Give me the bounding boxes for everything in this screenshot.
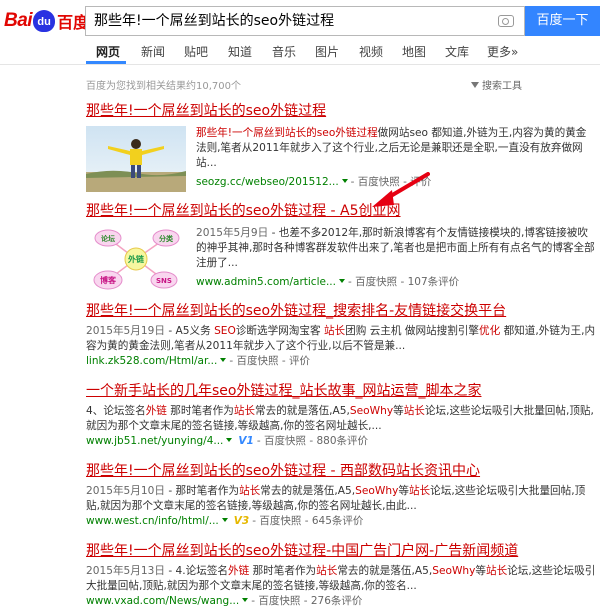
- camera-icon[interactable]: [498, 15, 514, 27]
- annotation-arrow-icon: [372, 172, 430, 207]
- result-item: 那些年!一个屌丝到站长的seo外链过程 - A5创业网 论坛 分类 外链 博客 …: [86, 202, 596, 292]
- result-url-line: www.vxad.com/News/wang... - 百度快照 - 276条评价: [86, 595, 363, 607]
- result-title[interactable]: 那些年!一个屌丝到站长的seo外链过程 - A5创业网: [86, 202, 596, 220]
- result-title[interactable]: 那些年!一个屌丝到站长的seo外链过程-中国广告门户网-广告新闻频道: [86, 542, 596, 560]
- result-snippet: 2015年5月10日 - 那时笔者作为站长常去的就是落伍,A5,SeoWhy等站…: [86, 485, 586, 512]
- review-count-link[interactable]: 880条评价: [316, 435, 368, 447]
- result-url[interactable]: link.zk528.com/Html/ar...: [86, 355, 217, 367]
- review-count-link[interactable]: 276条评价: [311, 595, 363, 607]
- result-url[interactable]: www.jb51.net/yunying/4...: [86, 435, 223, 447]
- tab-map[interactable]: 地图: [402, 43, 426, 60]
- tab-web[interactable]: 网页: [96, 43, 120, 60]
- thumb-label-forum: 论坛: [101, 234, 115, 243]
- result-url-line: link.zk528.com/Html/ar... - 百度快照 - 评价: [86, 355, 310, 367]
- result-item: 那些年!一个屌丝到站长的seo外链过程 - 西部数码站长资讯中心 2015年5月…: [86, 462, 596, 529]
- result-title[interactable]: 一个新手站长的几年seo外链过程_站长故事_网站运营_脚本之家: [86, 382, 596, 400]
- thumb-label-blog: 博客: [100, 275, 117, 285]
- nav-tabs: 网页 新闻 贴吧 知道 音乐 图片 视频 地图 文库 更多»: [0, 40, 600, 65]
- tab-wenku[interactable]: 文库: [445, 43, 469, 60]
- result-url[interactable]: www.admin5.com/article...: [196, 276, 336, 288]
- result-title[interactable]: 那些年!一个屌丝到站长的seo外链过程: [86, 102, 596, 120]
- tab-more[interactable]: 更多»: [487, 43, 518, 60]
- tab-tieba[interactable]: 贴吧: [184, 43, 208, 60]
- result-title[interactable]: 那些年!一个屌丝到站长的seo外链过程 - 西部数码站长资讯中心: [86, 462, 596, 480]
- result-url[interactable]: www.vxad.com/News/wang...: [86, 595, 239, 607]
- review-count-link[interactable]: 645条评价: [312, 515, 364, 527]
- thumb-label-backlink: 外链: [128, 254, 145, 264]
- result-snippet: 2015年5月9日 - 也差不多2012年,那时新浪博客有个友情链接模块的,博客…: [196, 227, 595, 288]
- v1-badge-icon[interactable]: V1: [238, 435, 253, 447]
- tab-zhidao[interactable]: 知道: [228, 43, 252, 60]
- thumb-label-sns: SNS: [156, 277, 172, 285]
- result-item: 那些年!一个屌丝到站长的seo外链过程-中国广告门户网-广告新闻频道 2015年…: [86, 542, 596, 609]
- active-tab-indicator: [86, 61, 126, 64]
- snapshot-link[interactable]: 百度快照: [236, 355, 278, 367]
- result-thumbnail[interactable]: [86, 126, 186, 192]
- result-item: 那些年!一个屌丝到站长的seo外链过程 那些年!一个屌丝到站长的seo外链过程做…: [86, 102, 596, 192]
- result-item: 一个新手站长的几年seo外链过程_站长故事_网站运营_脚本之家 4、论坛签名外链…: [86, 382, 596, 449]
- tab-video[interactable]: 视频: [359, 43, 383, 60]
- baidu-logo[interactable]: Bai du 百度: [4, 8, 89, 34]
- result-url-line: www.jb51.net/yunying/4... V1- 百度快照 - 880条…: [86, 435, 368, 447]
- v3-badge-icon[interactable]: V3: [234, 515, 249, 527]
- snapshot-link[interactable]: 百度快照: [258, 595, 300, 607]
- dropdown-arrow-icon[interactable]: [220, 358, 227, 362]
- paw-icon: du: [33, 10, 56, 32]
- snapshot-link[interactable]: 百度快照: [264, 435, 306, 447]
- snapshot-link[interactable]: 百度快照: [259, 515, 301, 527]
- dropdown-arrow-icon[interactable]: [226, 438, 233, 442]
- dropdown-arrow-icon[interactable]: [341, 179, 348, 183]
- logo-text-bai: Bai: [4, 10, 33, 31]
- search-tools-label: 搜索工具: [482, 81, 522, 92]
- tab-music[interactable]: 音乐: [272, 43, 296, 60]
- dropdown-arrow-icon[interactable]: [242, 598, 249, 602]
- result-title[interactable]: 那些年!一个屌丝到站长的seo外链过程_搜索排名-友情链接交换平台: [86, 302, 596, 320]
- result-snippet: 2015年5月19日 - A5义务 SEO诊断选学网淘宝客 站长团购 云主机 做…: [86, 325, 596, 352]
- result-snippet: 2015年5月13日 - 4.论坛签名外链 那时笔者作为站长常去的就是落伍,A5…: [86, 565, 596, 592]
- result-stats: 百度为您找到相关结果约10,700个: [86, 81, 241, 92]
- search-button[interactable]: 百度一下: [525, 6, 600, 36]
- review-count-link[interactable]: 107条评价: [408, 276, 460, 288]
- tab-images[interactable]: 图片: [315, 43, 339, 60]
- result-item: 那些年!一个屌丝到站长的seo外链过程_搜索排名-友情链接交换平台 2015年5…: [86, 302, 596, 369]
- thumb-label-category: 分类: [159, 234, 174, 243]
- result-url[interactable]: www.west.cn/info/html/...: [86, 515, 219, 527]
- result-url[interactable]: seozg.cc/webseo/201512...: [196, 176, 339, 188]
- result-url-line: www.west.cn/info/html/... V3- 百度快照 - 645条…: [86, 515, 364, 527]
- tab-news[interactable]: 新闻: [141, 43, 165, 60]
- search-box: [85, 6, 525, 36]
- search-input[interactable]: [94, 7, 484, 35]
- dropdown-arrow-icon[interactable]: [338, 279, 345, 283]
- dropdown-arrow-icon[interactable]: [221, 518, 228, 522]
- header: Bai du 百度 百度一下: [0, 0, 600, 40]
- filter-icon: [471, 82, 479, 88]
- snapshot-link[interactable]: 百度快照: [355, 276, 397, 288]
- result-url-line: www.admin5.com/article... - 百度快照 - 107条评价: [196, 276, 460, 288]
- review-link[interactable]: 评价: [289, 355, 310, 367]
- result-thumbnail[interactable]: 论坛 分类 外链 博客 SNS: [86, 226, 186, 292]
- result-snippet: 4、论坛签名外链 那时笔者作为站长常去的就是落伍,A5,SeoWhy等站长论坛,…: [86, 405, 594, 432]
- search-tools[interactable]: 搜索工具: [471, 77, 522, 92]
